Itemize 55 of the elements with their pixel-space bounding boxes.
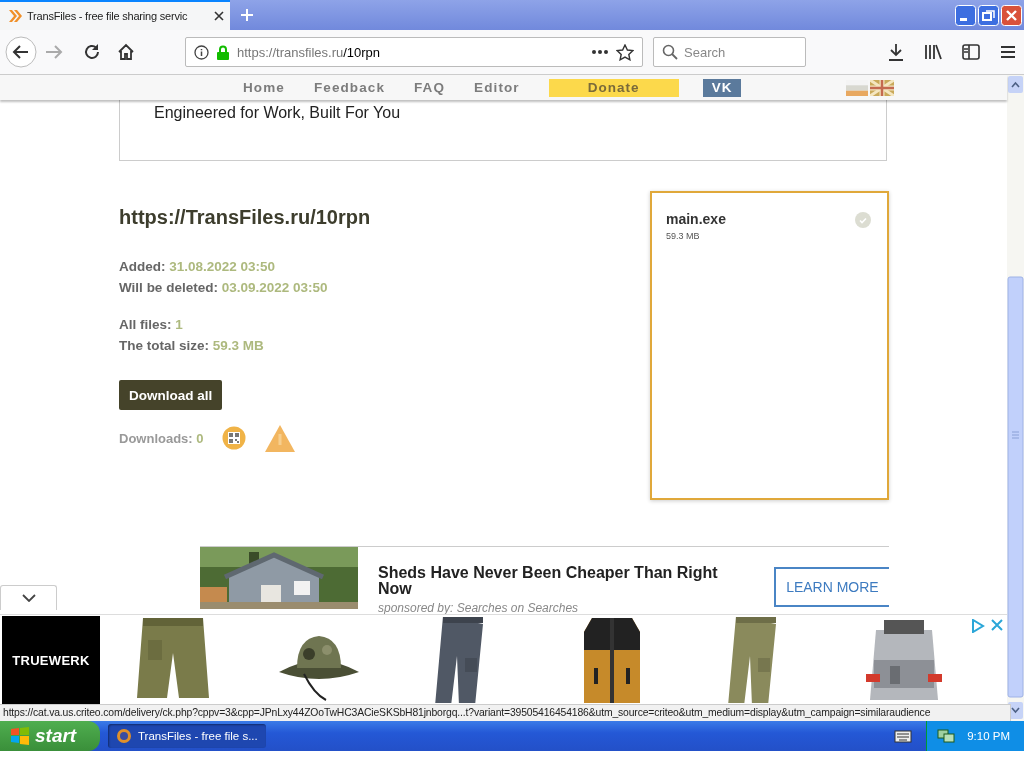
collapse-tab[interactable]: [0, 585, 57, 610]
restore-icon[interactable]: [978, 4, 999, 26]
nav-link[interactable]: FAQ: [414, 80, 446, 95]
lock-icon: [217, 44, 229, 60]
start-button[interactable]: start: [0, 721, 100, 751]
library-icon[interactable]: [924, 44, 942, 60]
status-url: https://cat.va.us.criteo.com/delivery/ck.php?cppv=3&cpp=JPnLxy44ZOoTwHC3ACieSKSbH81jnborgq...t?variant=39505416454186&utm_source=criteo&utm_medium=display&utm_campaign=similaraudience: [0, 704, 1011, 721]
learn-more-button[interactable]: LEARN MORE: [773, 567, 889, 607]
reload-icon[interactable]: [83, 43, 101, 61]
info-text: All files: 1: [119, 316, 184, 334]
downloads-count: Downloads: 0: [119, 430, 204, 446]
qr-code-icon[interactable]: [221, 426, 246, 450]
taskbar-button[interactable]: TransFiles - free file s...: [108, 724, 266, 748]
product-ad-banner[interactable]: TRUEWERK: [0, 614, 1007, 705]
network-icon[interactable]: [937, 728, 956, 744]
home-icon[interactable]: [117, 43, 135, 61]
new-tab-icon[interactable]: [240, 8, 254, 22]
donate-button[interactable]: Donate: [548, 78, 679, 97]
nav-link[interactable]: Editor: [474, 80, 520, 95]
check-circle-icon: [855, 212, 871, 228]
scrollbar[interactable]: [1007, 75, 1024, 721]
brand-logo: TRUEWERK: [2, 616, 100, 704]
chevron-down-icon: [21, 594, 36, 602]
back-icon[interactable]: [5, 36, 37, 68]
more-icon[interactable]: [592, 50, 608, 54]
info-icon[interactable]: [194, 44, 209, 60]
file-name: main.exe: [666, 211, 726, 227]
info-text: Will be deleted: 03.09.2022 03:50: [119, 279, 329, 297]
sidebar-icon[interactable]: [962, 44, 980, 60]
download-icon[interactable]: [888, 43, 904, 61]
ad-sponsor: sponsored by: Searches on Searches: [378, 601, 580, 615]
site-favicon-icon: [8, 9, 22, 23]
address-field[interactable]: https://transfiles.ru/10rpn: [185, 37, 643, 67]
menu-icon[interactable]: [1000, 45, 1016, 59]
ad-headline[interactable]: Sheds Have Never Been Cheaper Than Right Now: [378, 565, 733, 597]
windows-logo-icon: [10, 727, 30, 745]
search-field[interactable]: Search: [653, 37, 806, 67]
browser-icon: [116, 728, 132, 744]
file-size: 59.3 MB: [666, 231, 701, 241]
ad-tagline: Engineered for Work, Built For You: [154, 104, 401, 122]
nav-link[interactable]: Feedback: [313, 80, 385, 95]
search-icon: [662, 44, 678, 60]
ad-choices-icon[interactable]: [971, 619, 985, 633]
keyboard-icon[interactable]: [894, 729, 913, 743]
info-text: The total size: 59.3 MB: [119, 337, 265, 355]
flag-icon[interactable]: [870, 79, 894, 96]
close-icon[interactable]: [214, 11, 224, 21]
minimize-icon[interactable]: [955, 4, 976, 26]
vk-button[interactable]: VK: [702, 78, 742, 97]
nav-link[interactable]: Home: [243, 80, 285, 95]
info-text: Added: 31.08.2022 03:50: [119, 258, 277, 276]
clock: 9:10 PM: [967, 730, 1010, 742]
browser-tab[interactable]: TransFiles - free file sharing servic: [0, 0, 230, 30]
download-all-button[interactable]: Download all: [119, 380, 223, 410]
star-icon[interactable]: [616, 43, 634, 61]
